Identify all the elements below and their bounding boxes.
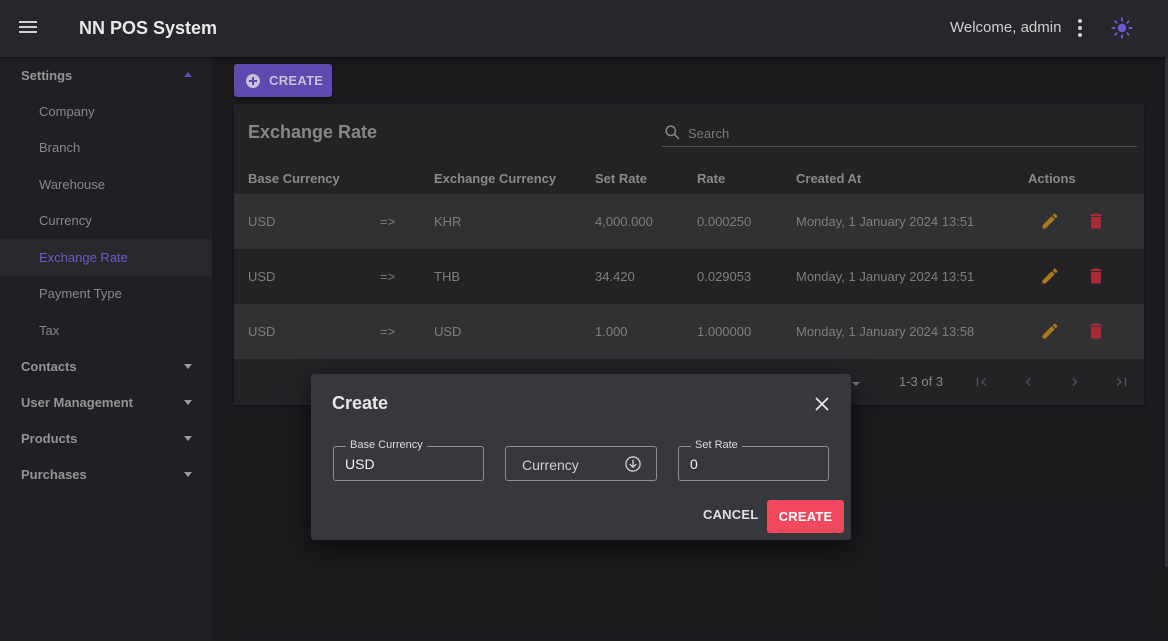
set-rate-input[interactable]	[690, 456, 810, 472]
sun-icon[interactable]	[1110, 16, 1134, 40]
dialog-scrim	[0, 57, 1168, 641]
base-currency-label: Base Currency	[346, 439, 427, 451]
welcome-text: Welcome, admin	[950, 19, 1062, 36]
dialog-create-button[interactable]: CREATE	[767, 500, 844, 533]
cancel-button[interactable]: CANCEL	[703, 507, 758, 522]
base-currency-field: Base Currency	[333, 439, 484, 481]
base-currency-input[interactable]	[345, 456, 465, 472]
app-title: NN POS System	[79, 18, 218, 38]
close-icon[interactable]	[811, 393, 833, 415]
dialog-title: Create	[332, 393, 389, 413]
hamburger-menu-icon[interactable]	[19, 18, 39, 38]
create-dialog: Create Base Currency Currency Set Rate C…	[311, 374, 851, 540]
set-rate-field: Set Rate	[678, 439, 829, 481]
arrow-down-circle-icon	[625, 456, 641, 472]
more-vert-icon[interactable]	[1070, 18, 1090, 38]
currency-select-placeholder: Currency	[522, 457, 579, 473]
set-rate-label: Set Rate	[691, 439, 742, 451]
currency-select[interactable]: Currency	[505, 446, 657, 481]
top-app-bar: NN POS System Welcome, admin	[0, 0, 1168, 57]
